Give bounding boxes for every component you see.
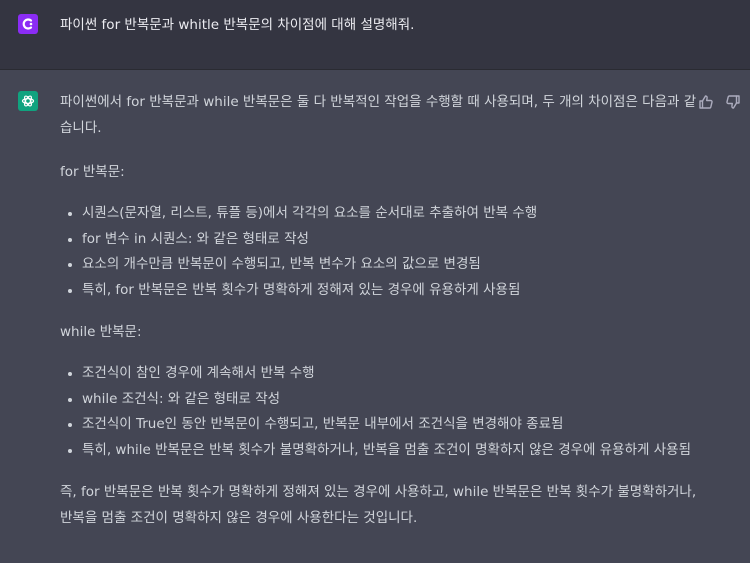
user-message-text: 파이썬 for 반복문과 whitle 반복문의 차이점에 대해 설명해줘. — [60, 17, 415, 33]
conclusion-line-1: 즉, for 반복문은 반복 횟수가 명확하게 정해져 있는 경우에 사용하고,… — [60, 484, 697, 500]
for-bullet-list: 시퀀스(문자열, 리스트, 튜플 등)에서 각각의 요소를 순서대로 추출하여 … — [60, 201, 690, 303]
user-avatar-icon — [18, 14, 38, 34]
list-item: 시퀀스(문자열, 리스트, 튜플 등)에서 각각의 요소를 순서대로 추출하여 … — [60, 201, 690, 227]
intro-line-1: 파이썬에서 for 반복문과 while 반복문은 둘 다 반복적인 작업을 수… — [60, 94, 697, 110]
bullet-icon — [68, 288, 72, 293]
bullet-icon — [68, 212, 72, 216]
thumbs-up-icon[interactable] — [698, 94, 714, 110]
openai-logo-icon — [18, 91, 38, 111]
user-message-row: 파이썬 for 반복문과 whitle 반복문의 차이점에 대해 설명해줘. — [0, 0, 750, 70]
feedback-buttons — [698, 94, 741, 110]
thumbs-down-icon[interactable] — [725, 94, 741, 110]
conclusion-line-2: 반복을 멈출 조건이 명확하지 않은 경우에 사용한다는 것입니다. — [60, 510, 418, 526]
bullet-icon — [68, 423, 72, 427]
list-item: for 변수 in 시퀀스: 와 같은 형태로 작성 — [60, 227, 690, 253]
list-item: 요소의 개수만큼 반복문이 수행되고, 반복 변수가 요소의 값으로 변경됨 — [60, 252, 690, 278]
section-heading-for: for 반복문: — [60, 164, 125, 180]
list-item: 조건식이 True인 동안 반복문이 수행되고, 반복문 내부에서 조건식을 변… — [60, 412, 690, 438]
list-item: 특히, for 반복문은 반복 횟수가 명확하게 정해져 있는 경우에 유용하게… — [60, 278, 690, 304]
bullet-icon — [68, 397, 72, 402]
list-item: 특히, while 반복문은 반복 횟수가 불명확하거나, 반복을 멈출 조건이… — [60, 438, 691, 464]
bullet-icon — [68, 372, 72, 376]
bullet-icon — [68, 448, 72, 453]
while-bullet-list: 조건식이 참인 경우에 계속해서 반복 수행 while 조건식: 와 같은 형… — [60, 361, 691, 464]
intro-line-2: 습니다. — [60, 120, 102, 136]
assistant-message: 파이썬에서 for 반복문과 while 반복문은 둘 다 반복적인 작업을 수… — [60, 89, 697, 531]
list-item: 조건식이 참인 경우에 계속해서 반복 수행 — [60, 361, 690, 387]
bullet-icon — [68, 237, 72, 242]
list-item: while 조건식: 와 같은 형태로 작성 — [60, 387, 690, 413]
bullet-icon — [68, 263, 72, 267]
section-heading-while: while 반복문: — [60, 324, 142, 340]
